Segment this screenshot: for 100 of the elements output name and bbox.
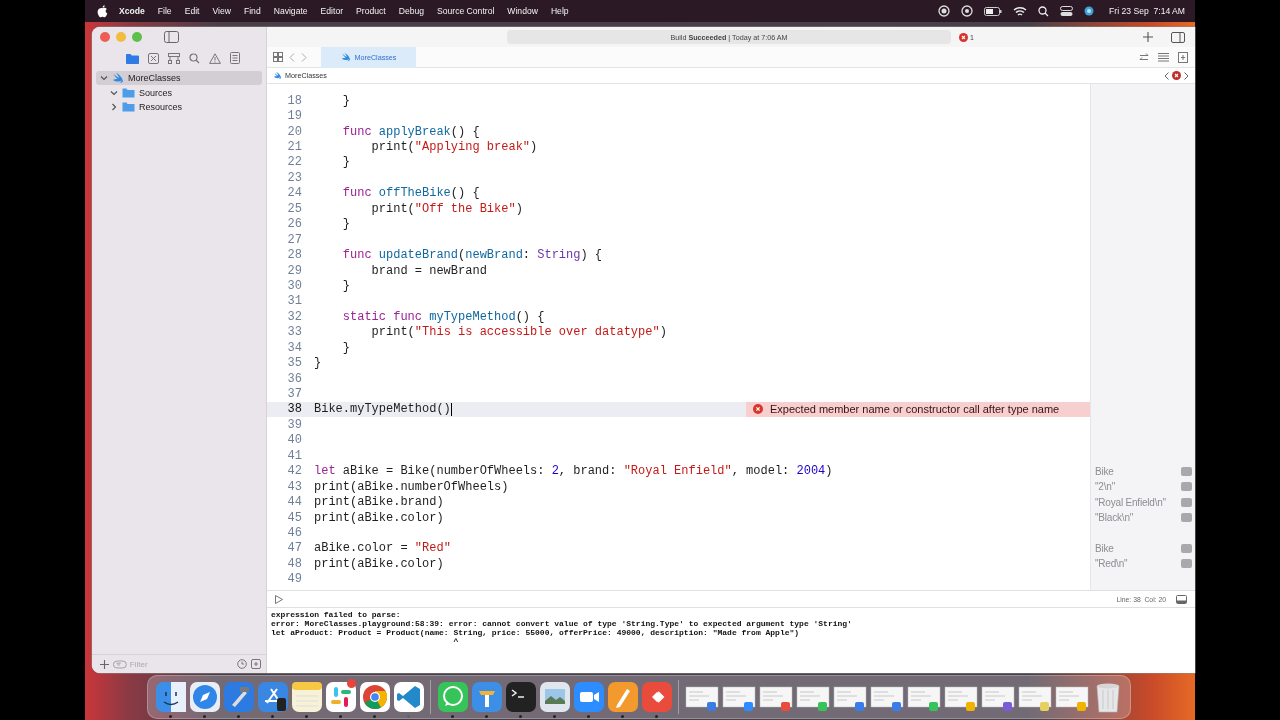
compass-icon[interactable] (188, 680, 221, 713)
close-button[interactable] (100, 32, 110, 42)
result-value: "Royal Enfield\n" (1095, 496, 1166, 508)
search-icon[interactable] (1038, 5, 1050, 17)
wifi-icon[interactable] (1013, 5, 1028, 17)
pen-icon[interactable] (606, 680, 639, 713)
console-toggle-icon[interactable] (1176, 594, 1187, 604)
menu-item[interactable]: Debug (398, 6, 424, 16)
code-line: func offTheBike() { (341, 186, 480, 201)
code-line: let aBike = Bike(numberOfWheels: 2, brand: "Royal Enfield", model: 2004) (314, 464, 833, 479)
disclosure-icon[interactable] (110, 88, 118, 97)
line-number: 33 (286, 325, 303, 340)
disclosure-icon[interactable] (110, 103, 118, 111)
hierarchy-icon[interactable] (168, 52, 180, 64)
menu-item[interactable]: Find (243, 6, 261, 16)
menu-item[interactable]: Navigate (273, 6, 308, 16)
line-number: 34 (286, 340, 303, 355)
menu-item[interactable]: Editor (320, 6, 344, 16)
circle-logo-icon[interactable] (358, 680, 391, 713)
code-line: print("Off the Bike") (370, 201, 523, 216)
code-line: aBike.color = "Red" (314, 541, 451, 556)
photo-viewer-icon[interactable] (538, 680, 571, 713)
smiling-window-icon[interactable] (154, 680, 187, 713)
terminal-icon[interactable] (504, 680, 537, 713)
run-icon[interactable] (275, 594, 283, 604)
tree-item[interactable]: Sources (96, 85, 262, 100)
error-banner[interactable]: Expected member name or constructor call after type name (746, 401, 1090, 418)
record-icon[interactable] (961, 5, 974, 17)
chat-bubble-icon[interactable] (436, 680, 469, 713)
disclosure-icon[interactable] (100, 74, 108, 82)
menu-item[interactable]: Edit (184, 6, 200, 16)
line-number: 41 (286, 448, 303, 463)
line-number: 27 (286, 232, 303, 247)
menu-bar-clock[interactable]: Fri 23 Sep 7:14 AM (1109, 6, 1185, 16)
inspector-toggle-icon[interactable] (1171, 31, 1185, 43)
podium-icon[interactable] (470, 680, 503, 713)
result-value: Bike (1095, 542, 1114, 554)
code-line: print(aBike.brand) (314, 495, 444, 510)
list-icon[interactable] (230, 52, 240, 64)
result-value: Bike (1095, 465, 1114, 477)
apple-icon[interactable] (97, 4, 108, 18)
phone-app-icon[interactable] (256, 680, 289, 713)
line-number: 25 (286, 201, 303, 216)
battery-icon[interactable] (984, 6, 1003, 16)
add-icon[interactable] (100, 659, 109, 669)
line-number: 24 (286, 186, 303, 201)
orb-icon[interactable] (1084, 6, 1095, 16)
menu-item[interactable]: Window (507, 6, 538, 16)
code-editor-icon[interactable] (392, 680, 425, 713)
text-cursor (450, 402, 452, 416)
code-line: print(aBike.color) (314, 510, 444, 525)
hash-icon[interactable] (324, 680, 357, 713)
console-line: let aProduct: Product = Product(name: String, price: 55000, offerPrice: 49000, description: "Made from Apple") (271, 628, 800, 637)
line-number: 29 (286, 263, 303, 278)
line-number: 30 (286, 278, 303, 293)
menu-item[interactable]: Help (550, 6, 569, 16)
hammer-icon[interactable] (222, 680, 255, 713)
video-camera-icon[interactable] (572, 680, 605, 713)
warning-icon[interactable] (209, 52, 221, 64)
add-icon[interactable] (1143, 32, 1153, 42)
line-number: 31 (286, 294, 303, 309)
folder-icon[interactable] (126, 52, 139, 64)
app-menu[interactable]: Xcode (119, 6, 145, 16)
tree-item[interactable]: MoreClasses (96, 71, 262, 85)
filter-options-icon[interactable] (251, 659, 261, 669)
code-line: print(aBike.color) (314, 556, 444, 571)
crossed-box-icon[interactable] (148, 52, 159, 64)
code-line: } (341, 93, 350, 108)
line-number: 28 (286, 248, 303, 263)
menu-item[interactable]: File (157, 6, 172, 16)
record-icon[interactable] (938, 5, 951, 17)
clock-icon[interactable] (237, 659, 247, 669)
toggles-icon[interactable] (1060, 5, 1074, 17)
line-number: 35 (286, 356, 303, 371)
code-line: func updateBrand(newBrand: String) { (341, 248, 603, 263)
sidebar-toggle-icon[interactable] (164, 31, 179, 43)
code-line: } (341, 278, 350, 293)
error-icon[interactable] (959, 32, 968, 42)
code-line: } (314, 356, 322, 371)
notepad-icon[interactable] (290, 680, 323, 713)
previous-issue-icon[interactable] (1164, 71, 1169, 80)
swift-icon (340, 52, 351, 62)
add-editor-icon[interactable] (1178, 51, 1188, 63)
tree-item[interactable]: Resources (96, 100, 262, 114)
code-line: print("Applying break") (370, 140, 538, 155)
grid-icon[interactable] (273, 52, 283, 62)
menu-item[interactable]: Source Control (437, 6, 495, 16)
menu-item[interactable]: View (212, 6, 231, 16)
lines-icon[interactable] (1158, 52, 1169, 62)
folder-icon (122, 87, 135, 98)
line-number: 45 (286, 510, 303, 525)
result-value: "Red\n" (1095, 558, 1128, 570)
line-number: 38 (286, 402, 303, 417)
error-icon[interactable] (1172, 71, 1181, 80)
code-line: print("This is accessible over datatype") (370, 325, 667, 340)
line-number: 47 (286, 541, 303, 556)
menu-item[interactable]: Product (356, 6, 386, 16)
swap-icon[interactable] (1139, 52, 1149, 62)
next-issue-icon[interactable] (1184, 71, 1189, 80)
console-line: error: MoreClasses.playground:58:39: error: cannot convert value of type 'String.Type' to expected argument type 'String' (271, 619, 853, 628)
